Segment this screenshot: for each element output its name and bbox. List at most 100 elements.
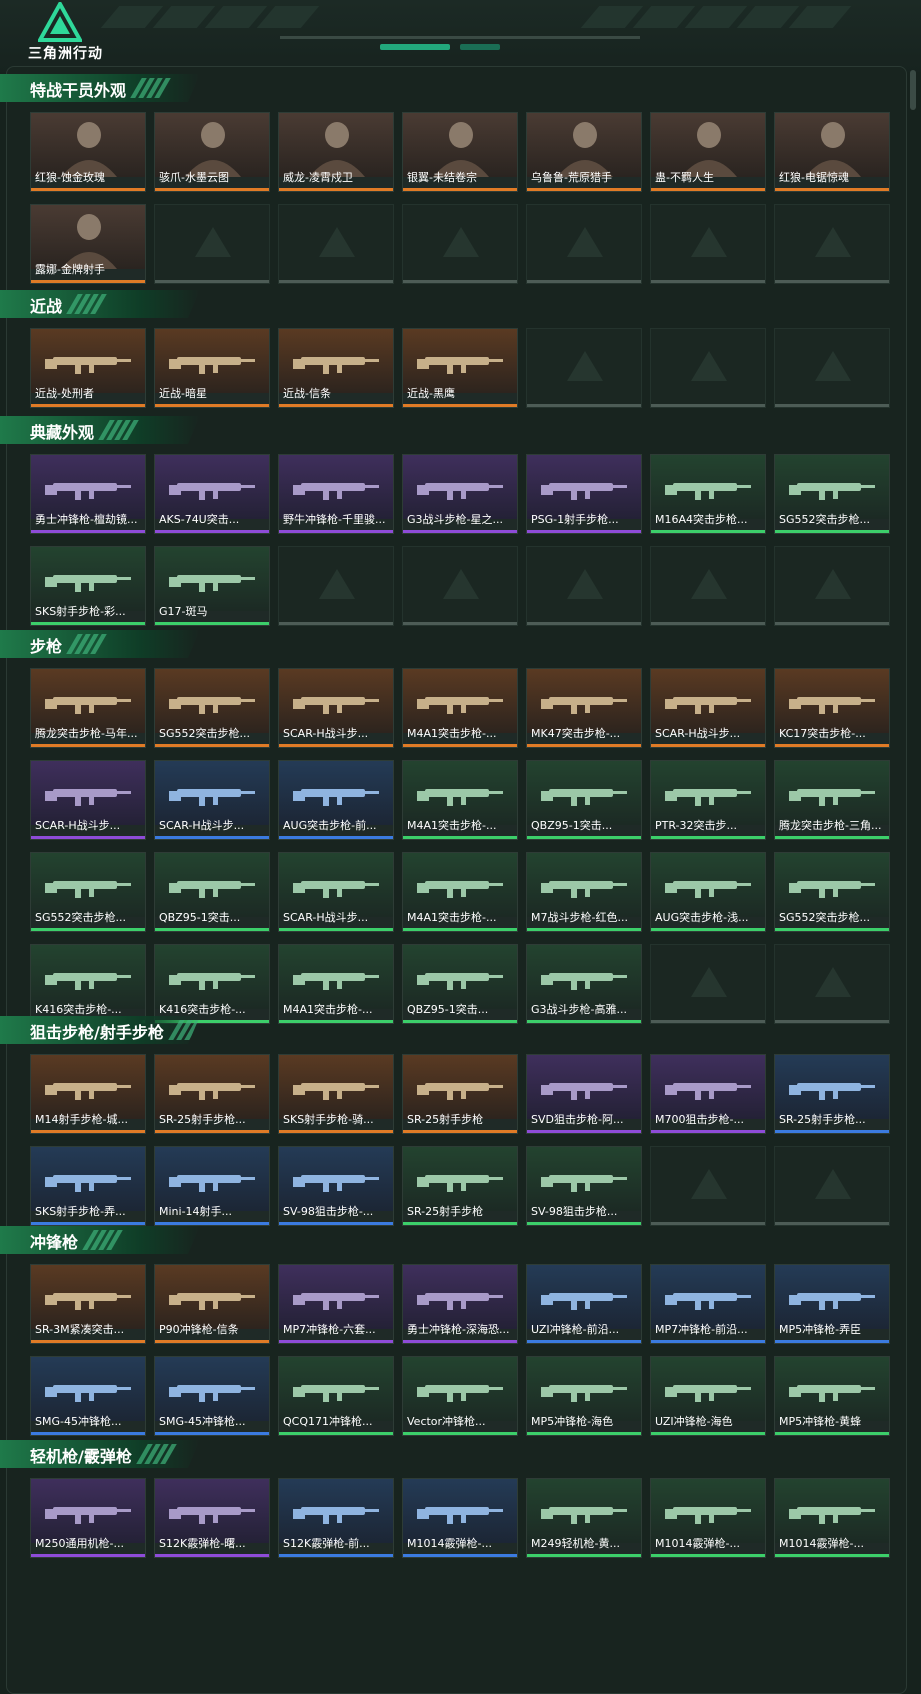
item-card[interactable]: QBZ95-1突击...: [154, 852, 270, 932]
item-card[interactable]: SKS射手步枪-弄...: [30, 1146, 146, 1226]
item-card[interactable]: PSG-1射手步枪...: [526, 454, 642, 534]
item-card[interactable]: M7战斗步枪-红色...: [526, 852, 642, 932]
item-card[interactable]: 露娜-金牌射手: [30, 204, 146, 284]
item-thumbnail: [403, 1357, 517, 1421]
item-card[interactable]: SR-25射手步枪: [402, 1146, 518, 1226]
item-label: SCAR-H战斗步...: [159, 819, 245, 832]
item-card[interactable]: SMG-45冲锋枪...: [30, 1356, 146, 1436]
item-card[interactable]: Mini-14射手...: [154, 1146, 270, 1226]
item-card[interactable]: M1014霰弹枪-...: [402, 1478, 518, 1558]
item-card[interactable]: M249轻机枪-黄...: [526, 1478, 642, 1558]
item-card[interactable]: 腾龙突击步枪-马年...: [30, 668, 146, 748]
item-card[interactable]: UZI冲锋枪-海色: [650, 1356, 766, 1436]
item-card[interactable]: 红狼-蚀金玫瑰: [30, 112, 146, 192]
item-card[interactable]: SCAR-H战斗步...: [278, 852, 394, 932]
item-card[interactable]: M4A1突击步枪-...: [402, 760, 518, 840]
item-card[interactable]: 乌鲁鲁-荒原猎手: [526, 112, 642, 192]
item-card[interactable]: SG552突击步枪...: [154, 668, 270, 748]
item-card[interactable]: 蛊-不羁人生: [650, 112, 766, 192]
item-card[interactable]: M250通用机枪-...: [30, 1478, 146, 1558]
item-card[interactable]: MK47突击步枪-...: [526, 668, 642, 748]
item-card[interactable]: SKS射手步枪-彩...: [30, 546, 146, 626]
weapon-icon: [541, 973, 627, 990]
item-card[interactable]: M16A4突击步枪...: [650, 454, 766, 534]
weapon-icon: [169, 789, 255, 806]
item-card[interactable]: M14射手步枪-城...: [30, 1054, 146, 1134]
item-thumbnail: [775, 1055, 889, 1119]
item-card[interactable]: SKS射手步枪-骑...: [278, 1054, 394, 1134]
weapon-icon: [45, 1083, 131, 1100]
item-card[interactable]: G3战斗步枪-星之...: [402, 454, 518, 534]
item-label: AUG突击步枪-浅...: [655, 911, 749, 924]
item-card[interactable]: MP5冲锋枪-黄蜂: [774, 1356, 890, 1436]
item-card[interactable]: M1014霰弹枪-...: [774, 1478, 890, 1558]
scrollbar[interactable]: [909, 66, 917, 1692]
item-card[interactable]: QBZ95-1突击...: [526, 760, 642, 840]
item-card[interactable]: SCAR-H战斗步...: [650, 668, 766, 748]
item-card[interactable]: SCAR-H战斗步...: [278, 668, 394, 748]
item-card[interactable]: K416突击步枪-...: [30, 944, 146, 1024]
empty-slot: [402, 546, 518, 626]
item-card[interactable]: KC17突击步枪-...: [774, 668, 890, 748]
item-card[interactable]: 骇爪-水墨云图: [154, 112, 270, 192]
item-grid: 勇士冲锋枪-檀劫镜... AKS-74U突击... 野牛冲锋枪-千里骏... G3战斗…: [30, 454, 890, 626]
item-card[interactable]: SV-98狙击步枪...: [526, 1146, 642, 1226]
item-card[interactable]: AUG突击步枪-浅...: [650, 852, 766, 932]
item-card[interactable]: SG552突击步枪...: [774, 852, 890, 932]
scrollbar-thumb[interactable]: [910, 70, 916, 110]
item-card[interactable]: SG552突击步枪...: [30, 852, 146, 932]
item-card[interactable]: S12K霰弹枪-曙...: [154, 1478, 270, 1558]
item-card[interactable]: SR-25射手步枪...: [154, 1054, 270, 1134]
item-card[interactable]: 红狼-电锯惊魂: [774, 112, 890, 192]
item-card[interactable]: AKS-74U突击...: [154, 454, 270, 534]
item-card[interactable]: 近战-处刑者: [30, 328, 146, 408]
item-card[interactable]: 近战-信条: [278, 328, 394, 408]
item-card[interactable]: 勇士冲锋枪-檀劫镜...: [30, 454, 146, 534]
placeholder-logo-icon: [815, 967, 851, 997]
rarity-bar: [403, 836, 517, 839]
item-card[interactable]: MP7冲锋枪-前沿...: [650, 1264, 766, 1344]
item-card[interactable]: QCQ171冲锋枪...: [278, 1356, 394, 1436]
item-card[interactable]: SV-98狙击步枪-...: [278, 1146, 394, 1226]
item-card[interactable]: 银翼-未结卷宗: [402, 112, 518, 192]
item-card[interactable]: P90冲锋枪-信条: [154, 1264, 270, 1344]
item-card[interactable]: AUG突击步枪-前...: [278, 760, 394, 840]
item-card[interactable]: SCAR-H战斗步...: [30, 760, 146, 840]
rarity-bar: [403, 928, 517, 931]
item-card[interactable]: M1014霰弹枪-...: [650, 1478, 766, 1558]
item-card[interactable]: SMG-45冲锋枪...: [154, 1356, 270, 1436]
item-thumbnail: [31, 1357, 145, 1421]
item-card[interactable]: SCAR-H战斗步...: [154, 760, 270, 840]
item-card[interactable]: 野牛冲锋枪-千里骏...: [278, 454, 394, 534]
item-card[interactable]: MP7冲锋枪-六套...: [278, 1264, 394, 1344]
item-card[interactable]: SR-25射手步枪...: [774, 1054, 890, 1134]
item-label: SG552突击步枪...: [779, 911, 870, 924]
item-card[interactable]: Vector冲锋枪...: [402, 1356, 518, 1436]
item-label: G3战斗步枪-星之...: [407, 513, 503, 526]
item-card[interactable]: SG552突击步枪...: [774, 454, 890, 534]
item-card[interactable]: QBZ95-1突击...: [402, 944, 518, 1024]
item-card[interactable]: UZI冲锋枪-前沿...: [526, 1264, 642, 1344]
item-card[interactable]: G3战斗步枪-高雅...: [526, 944, 642, 1024]
item-card[interactable]: SR-25射手步枪: [402, 1054, 518, 1134]
item-thumbnail: [403, 669, 517, 733]
item-card[interactable]: 腾龙突击步枪-三角...: [774, 760, 890, 840]
item-card[interactable]: MP5冲锋枪-海色: [526, 1356, 642, 1436]
item-card[interactable]: M4A1突击步枪-...: [278, 944, 394, 1024]
item-card[interactable]: SVD狙击步枪-阿...: [526, 1054, 642, 1134]
item-card[interactable]: SR-3M紧凑突击...: [30, 1264, 146, 1344]
item-card[interactable]: 威龙-凌霄戍卫: [278, 112, 394, 192]
item-card[interactable]: M4A1突击步枪-...: [402, 668, 518, 748]
item-card[interactable]: MP5冲锋枪-弄臣: [774, 1264, 890, 1344]
item-card[interactable]: PTR-32突击步...: [650, 760, 766, 840]
item-card[interactable]: G17-斑马: [154, 546, 270, 626]
item-card[interactable]: 勇士冲锋枪-深海恐...: [402, 1264, 518, 1344]
item-card[interactable]: M700狙击步枪-...: [650, 1054, 766, 1134]
item-card[interactable]: K416突击步枪-...: [154, 944, 270, 1024]
item-card[interactable]: 近战-暗星: [154, 328, 270, 408]
item-thumbnail: [31, 329, 145, 393]
item-card[interactable]: S12K霰弹枪-前...: [278, 1478, 394, 1558]
weapon-icon: [293, 881, 379, 898]
item-card[interactable]: 近战-黑鹰: [402, 328, 518, 408]
item-card[interactable]: M4A1突击步枪-...: [402, 852, 518, 932]
